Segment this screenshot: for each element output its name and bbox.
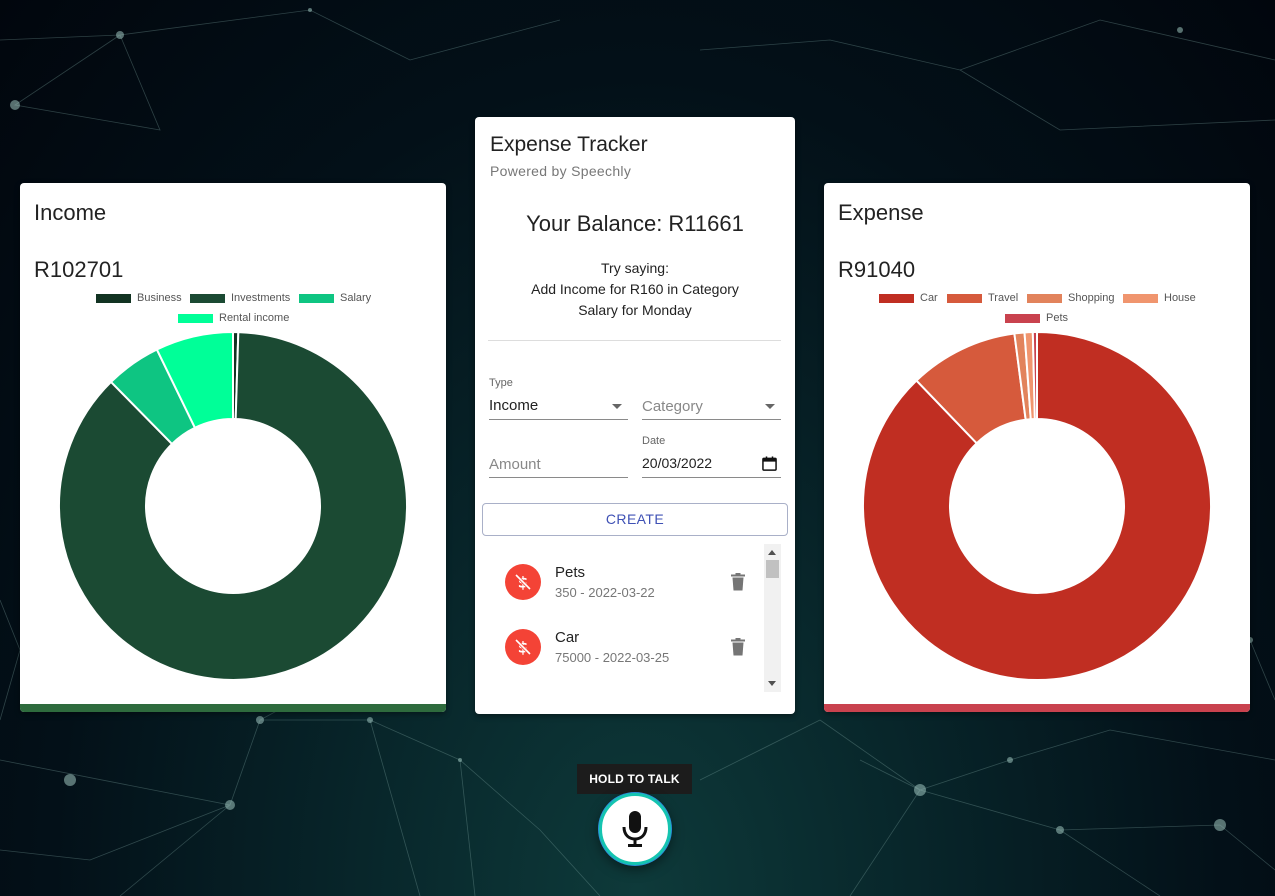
expense-amount: R91040 xyxy=(838,257,916,282)
amount-placeholder: Amount xyxy=(489,456,541,473)
transaction-detail: 350 - 2022-03-22 xyxy=(555,585,655,600)
date-label: Date xyxy=(642,435,666,447)
legend-item-rental-income[interactable]: Rental income xyxy=(178,312,289,324)
type-select[interactable]: Type Income xyxy=(489,375,628,420)
type-value: Income xyxy=(489,397,539,414)
expense-title: Expense xyxy=(838,200,924,225)
legend-item-car[interactable]: Car xyxy=(879,292,938,304)
income-title: Income xyxy=(34,200,107,225)
hint-line: Add Income for R160 in Category xyxy=(531,281,739,297)
chevron-down-icon xyxy=(612,404,622,409)
microphone-icon xyxy=(622,811,648,847)
hint-line: Try saying: xyxy=(601,260,669,276)
income-card: Income R102701 Business Investments Sala… xyxy=(20,183,446,712)
calendar-icon[interactable] xyxy=(762,456,777,471)
transaction-detail: 75000 - 2022-03-25 xyxy=(555,650,670,665)
legend-swatch xyxy=(1027,293,1062,303)
legend-item-pets[interactable]: Pets xyxy=(1005,312,1068,324)
amount-field[interactable]: Amount xyxy=(489,435,628,478)
date-value: 20/03/2022 xyxy=(642,455,713,471)
income-donut-chart xyxy=(58,330,408,681)
legend-swatch xyxy=(190,293,225,303)
money-off-icon: $ xyxy=(514,639,532,657)
legend-swatch xyxy=(96,293,131,303)
legend-swatch xyxy=(879,293,914,303)
expense-card: Expense R91040 Car Travel Shopping House… xyxy=(824,183,1250,712)
expense-tracker-card: Expense Tracker Powered by Speechly Your… xyxy=(475,117,795,714)
chevron-down-icon xyxy=(765,404,775,409)
push-to-talk-button[interactable] xyxy=(599,793,671,865)
scrollbar[interactable] xyxy=(764,544,781,692)
money-off-icon: $ xyxy=(514,574,532,592)
legend-item-business[interactable]: Business xyxy=(96,292,182,304)
transaction-name: Pets xyxy=(555,564,586,581)
tracker-title: Expense Tracker xyxy=(490,133,648,156)
date-field[interactable]: Date 20/03/2022 xyxy=(642,433,781,478)
legend-swatch xyxy=(299,293,334,303)
expense-donut-chart xyxy=(862,330,1212,681)
legend-swatch xyxy=(1005,313,1040,323)
avatar: $ xyxy=(505,629,541,665)
scrollbar-thumb[interactable] xyxy=(766,560,779,578)
category-placeholder: Category xyxy=(642,398,703,415)
avatar: $ xyxy=(505,564,541,600)
divider xyxy=(488,340,781,341)
income-amount: R102701 xyxy=(34,257,124,282)
voice-hint: Try saying: Add Income for R160 in Categ… xyxy=(475,258,795,321)
list-item[interactable]: $ Car 75000 - 2022-03-25 xyxy=(483,629,763,684)
category-select[interactable]: Category xyxy=(642,375,781,420)
balance-text: Your Balance: R11661 xyxy=(526,211,744,236)
legend-swatch xyxy=(178,313,213,323)
transaction-list[interactable]: $ Pets 350 - 2022-03-22 $ Car xyxy=(483,544,783,692)
legend-item-investments[interactable]: Investments xyxy=(190,292,290,304)
legend-swatch xyxy=(1123,293,1158,303)
legend-item-shopping[interactable]: Shopping xyxy=(1027,292,1115,304)
income-bottom-bar xyxy=(20,704,446,712)
hold-to-talk-label: HOLD TO TALK xyxy=(577,764,692,794)
transaction-name: Car xyxy=(555,629,580,646)
expense-bottom-bar xyxy=(824,704,1250,712)
legend-item-travel[interactable]: Travel xyxy=(947,292,1018,304)
legend-item-salary[interactable]: Salary xyxy=(299,292,371,304)
scroll-up-arrow-icon[interactable] xyxy=(768,550,776,555)
delete-icon[interactable] xyxy=(731,638,745,656)
legend-item-house[interactable]: House xyxy=(1123,292,1196,304)
legend-swatch xyxy=(947,293,982,303)
tracker-subtitle: Powered by Speechly xyxy=(490,163,632,179)
delete-icon[interactable] xyxy=(731,573,745,591)
type-label: Type xyxy=(489,377,513,389)
hint-line: Salary for Monday xyxy=(578,302,692,318)
list-item[interactable]: $ Pets 350 - 2022-03-22 xyxy=(483,564,763,619)
create-button[interactable]: CREATE xyxy=(482,503,788,536)
scroll-down-arrow-icon[interactable] xyxy=(768,681,776,686)
